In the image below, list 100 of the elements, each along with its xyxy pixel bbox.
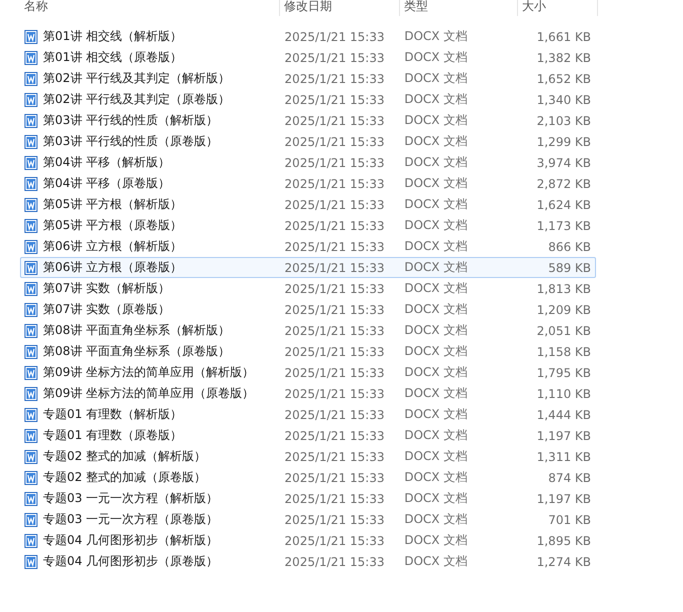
file-type: DOCX 文档	[403, 196, 468, 213]
file-row[interactable]: 第05讲 平方根（原卷版） 2025/1/21 15:33 DOCX 文档 1,173 KB	[20, 215, 596, 236]
file-type: DOCX 文档	[403, 553, 468, 570]
file-row[interactable]: 第04讲 平移（原卷版） 2025/1/21 15:33 DOCX 文档 2,872 KB	[20, 173, 596, 194]
file-name: 第08讲 平面直角坐标系（解析版）	[43, 322, 230, 339]
file-row[interactable]: 第04讲 平移（解析版） 2025/1/21 15:33 DOCX 文档 3,974 KB	[20, 152, 596, 173]
file-row[interactable]: 第02讲 平行线及其判定（原卷版） 2025/1/21 15:33 DOCX 文档 1,340 KB	[20, 89, 596, 110]
file-size: 1,652 KB	[536, 72, 592, 86]
modified-date: 2025/1/21 15:33	[284, 50, 386, 64]
modified-date: 2025/1/21 15:33	[284, 512, 386, 526]
file-size: 1,813 KB	[536, 282, 592, 296]
word-document-icon	[24, 450, 38, 464]
file-row[interactable]: 专题02 整式的加减（原卷版） 2025/1/21 15:33 DOCX 文档 874 KB	[20, 467, 596, 488]
file-row[interactable]: 第08讲 平面直角坐标系（解析版） 2025/1/21 15:33 DOCX 文档 2,051 KB	[20, 320, 596, 341]
file-row[interactable]: 专题03 一元一次方程（解析版） 2025/1/21 15:33 DOCX 文档 1,197 KB	[20, 488, 596, 509]
column-header[interactable]: 修改日期	[280, 0, 400, 16]
word-document-icon	[24, 470, 38, 484]
modified-date: 2025/1/21 15:33	[284, 114, 386, 128]
file-type: DOCX 文档	[403, 112, 468, 129]
modified-date: 2025/1/21 15:33	[284, 282, 386, 296]
file-size: 874 KB	[547, 470, 592, 484]
word-document-icon	[24, 198, 38, 212]
file-name: 专题03 一元一次方程（解析版）	[43, 490, 218, 507]
word-document-icon	[24, 218, 38, 232]
word-document-icon	[24, 428, 38, 442]
file-name: 第05讲 平方根（原卷版）	[43, 217, 182, 234]
file-row[interactable]: 第06讲 立方根（解析版） 2025/1/21 15:33 DOCX 文档 866 KB	[20, 236, 596, 257]
file-row[interactable]: 专题04 几何图形初步（原卷版） 2025/1/21 15:33 DOCX 文档 1,274 KB	[20, 551, 596, 572]
modified-date: 2025/1/21 15:33	[284, 92, 386, 106]
file-row[interactable]: 第01讲 相交线（解析版） 2025/1/21 15:33 DOCX 文档 1,661 KB	[20, 26, 596, 47]
file-row[interactable]: 第02讲 平行线及其判定（解析版） 2025/1/21 15:33 DOCX 文档 1,652 KB	[20, 68, 596, 89]
modified-date: 2025/1/21 15:33	[284, 134, 386, 148]
file-name: 第03讲 平行线的性质（原卷版）	[43, 133, 218, 150]
word-document-icon	[24, 260, 38, 274]
file-type: DOCX 文档	[403, 259, 468, 276]
file-size: 1,274 KB	[536, 554, 592, 568]
file-name: 专题01 有理数（解析版）	[43, 406, 182, 423]
file-row[interactable]: 第07讲 实数（解析版） 2025/1/21 15:33 DOCX 文档 1,813 KB	[20, 278, 596, 299]
file-row[interactable]: 第07讲 实数（原卷版） 2025/1/21 15:33 DOCX 文档 1,209 KB	[20, 299, 596, 320]
modified-date: 2025/1/21 15:33	[284, 156, 386, 170]
word-document-icon	[24, 324, 38, 338]
file-row[interactable]: 第03讲 平行线的性质（原卷版） 2025/1/21 15:33 DOCX 文档 1,299 KB	[20, 131, 596, 152]
file-type: DOCX 文档	[403, 511, 468, 528]
word-document-icon	[24, 240, 38, 254]
file-size: 2,051 KB	[536, 324, 592, 338]
file-type: DOCX 文档	[403, 448, 468, 465]
file-size: 1,197 KB	[536, 428, 592, 442]
modified-date: 2025/1/21 15:33	[284, 30, 386, 44]
word-document-icon	[24, 386, 38, 400]
word-document-icon	[24, 512, 38, 526]
file-type: DOCX 文档	[403, 322, 468, 339]
file-row[interactable]: 专题03 一元一次方程（原卷版） 2025/1/21 15:33 DOCX 文档 701 KB	[20, 509, 596, 530]
file-size: 1,311 KB	[536, 450, 592, 464]
file-name: 第05讲 平方根（解析版）	[43, 196, 182, 213]
file-size: 1,624 KB	[536, 198, 592, 212]
file-name: 专题03 一元一次方程（原卷版）	[43, 511, 218, 528]
file-name: 第06讲 立方根（解析版）	[43, 238, 182, 255]
file-name: 专题02 整式的加减（解析版）	[43, 448, 206, 465]
modified-date: 2025/1/21 15:33	[284, 198, 386, 212]
file-row[interactable]: 第03讲 平行线的性质（解析版） 2025/1/21 15:33 DOCX 文档 2,103 KB	[20, 110, 596, 131]
file-type: DOCX 文档	[403, 238, 468, 255]
file-row[interactable]: 专题02 整式的加减（解析版） 2025/1/21 15:33 DOCX 文档 1,311 KB	[20, 446, 596, 467]
file-row[interactable]: 专题04 几何图形初步（解析版） 2025/1/21 15:33 DOCX 文档 1,895 KB	[20, 530, 596, 551]
file-row[interactable]: 第08讲 平面直角坐标系（原卷版） 2025/1/21 15:33 DOCX 文档 1,158 KB	[20, 341, 596, 362]
file-row[interactable]: 第01讲 相交线（原卷版） 2025/1/21 15:33 DOCX 文档 1,382 KB	[20, 47, 596, 68]
word-document-icon	[24, 114, 38, 128]
file-type: DOCX 文档	[403, 364, 468, 381]
file-size: 1,197 KB	[536, 492, 592, 506]
modified-date: 2025/1/21 15:33	[284, 470, 386, 484]
file-row[interactable]: 专题01 有理数（解析版） 2025/1/21 15:33 DOCX 文档 1,444 KB	[20, 404, 596, 425]
file-row[interactable]: 第09讲 坐标方法的简单应用（原卷版） 2025/1/21 15:33 DOCX 文档 1,110 KB	[20, 383, 596, 404]
modified-date: 2025/1/21 15:33	[284, 386, 386, 400]
file-type: DOCX 文档	[403, 70, 468, 87]
file-type: DOCX 文档	[403, 469, 468, 486]
file-size: 1,299 KB	[536, 134, 592, 148]
word-document-icon	[24, 366, 38, 380]
column-header[interactable]: 类型	[400, 0, 518, 16]
file-name: 第01讲 相交线（解析版）	[43, 28, 182, 45]
modified-date: 2025/1/21 15:33	[284, 260, 386, 274]
modified-date: 2025/1/21 15:33	[284, 534, 386, 548]
file-name: 第03讲 平行线的性质（解析版）	[43, 112, 218, 129]
modified-date: 2025/1/21 15:33	[284, 72, 386, 86]
word-document-icon	[24, 30, 38, 44]
file-type: DOCX 文档	[403, 343, 468, 360]
modified-date: 2025/1/21 15:33	[284, 176, 386, 190]
file-row[interactable]: 专题01 有理数（原卷版） 2025/1/21 15:33 DOCX 文档 1,197 KB	[20, 425, 596, 446]
file-size: 866 KB	[547, 240, 592, 254]
column-header[interactable]: 名称	[20, 0, 280, 16]
file-row[interactable]: 第06讲 立方根（原卷版） 2025/1/21 15:33 DOCX 文档 589 KB	[20, 257, 596, 278]
word-document-icon	[24, 344, 38, 358]
file-size: 2,872 KB	[536, 176, 592, 190]
column-header[interactable]: 大小	[518, 0, 598, 16]
word-document-icon	[24, 302, 38, 316]
file-size: 1,661 KB	[536, 30, 592, 44]
modified-date: 2025/1/21 15:33	[284, 554, 386, 568]
file-row[interactable]: 第05讲 平方根（解析版） 2025/1/21 15:33 DOCX 文档 1,624 KB	[20, 194, 596, 215]
file-size: 1,158 KB	[536, 344, 592, 358]
file-name: 第04讲 平移（原卷版）	[43, 175, 170, 192]
modified-date: 2025/1/21 15:33	[284, 302, 386, 316]
file-row[interactable]: 第09讲 坐标方法的简单应用（解析版） 2025/1/21 15:33 DOCX 文档 1,795 KB	[20, 362, 596, 383]
